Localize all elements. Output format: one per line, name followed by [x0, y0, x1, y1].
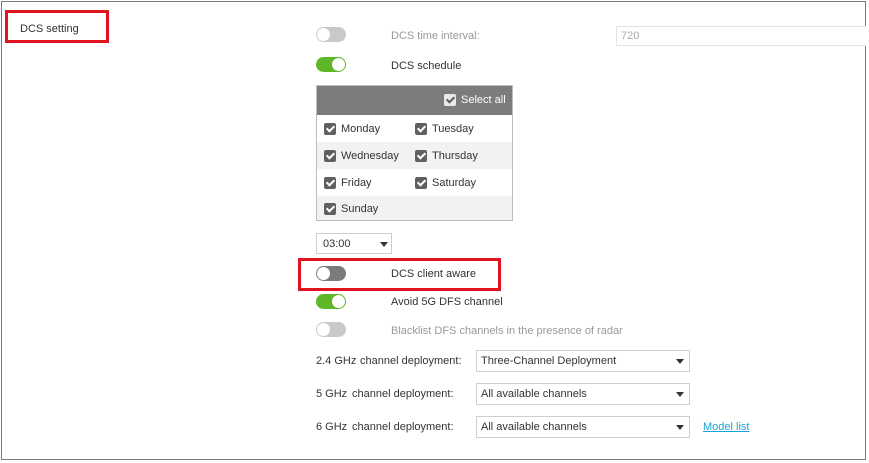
day-label-saturday: Saturday	[432, 177, 477, 189]
deployment-band-5g: 5 GHz	[316, 388, 348, 400]
time-interval-toggle[interactable]	[316, 27, 346, 42]
day-label-thursday: Thursday	[432, 150, 478, 162]
blacklist-dfs-toggle[interactable]	[316, 322, 346, 337]
toggle-knob	[332, 58, 345, 71]
schedule-row: Sunday	[317, 196, 512, 220]
deployment-band-6g: 6 GHz	[316, 421, 348, 433]
deployment-label-5g: channel deployment:	[352, 388, 454, 400]
day-checkbox-saturday[interactable]	[415, 177, 427, 189]
day-label-sunday: Sunday	[341, 203, 379, 215]
day-checkbox-wednesday[interactable]	[324, 150, 336, 162]
time-interval-input[interactable]	[616, 26, 866, 46]
schedule-row: Monday Tuesday	[317, 115, 512, 142]
deployment-select-5g[interactable]: All available channels	[476, 383, 690, 405]
highlight-box-section	[5, 10, 109, 43]
day-label-tuesday: Tuesday	[432, 123, 474, 135]
schedule-time-select[interactable]: 03:00	[316, 233, 392, 254]
deployment-label-6g: channel deployment:	[352, 421, 454, 433]
day-checkbox-monday[interactable]	[324, 123, 336, 135]
chevron-down-icon	[676, 425, 684, 430]
day-checkbox-thursday[interactable]	[415, 150, 427, 162]
model-list-link[interactable]: Model list	[703, 421, 749, 433]
deployment-value-5g: All available channels	[481, 388, 587, 400]
toggle-knob	[317, 28, 330, 41]
time-interval-label: DCS time interval:	[391, 30, 480, 42]
deployment-value-6g: All available channels	[481, 421, 587, 433]
schedule-time-value: 03:00	[323, 238, 351, 250]
client-aware-toggle[interactable]	[316, 266, 346, 281]
schedule-header: Select all	[317, 86, 512, 115]
avoid-dfs-label: Avoid 5G DFS channel	[391, 296, 503, 308]
chevron-down-icon	[676, 392, 684, 397]
day-label-wednesday: Wednesday	[341, 150, 399, 162]
day-label-friday: Friday	[341, 177, 372, 189]
schedule-row: Friday Saturday	[317, 169, 512, 196]
day-checkbox-sunday[interactable]	[324, 203, 336, 215]
deployment-label-2g: channel deployment:	[360, 355, 462, 367]
deployment-band-2g: 2.4 GHz	[316, 355, 357, 367]
avoid-dfs-toggle[interactable]	[316, 294, 346, 309]
toggle-knob	[332, 295, 345, 308]
toggle-knob	[317, 323, 330, 336]
day-checkbox-friday[interactable]	[324, 177, 336, 189]
chevron-down-icon	[380, 242, 388, 247]
select-all-label: Select all	[461, 94, 506, 106]
day-checkbox-tuesday[interactable]	[415, 123, 427, 135]
schedule-row: Wednesday Thursday	[317, 142, 512, 169]
select-all-checkbox[interactable]	[444, 94, 456, 106]
blacklist-dfs-label: Blacklist DFS channels in the presence o…	[391, 325, 623, 337]
schedule-day-picker: Select all Monday Tuesday Wednesday Thur…	[316, 85, 513, 221]
deployment-value-2g: Three-Channel Deployment	[481, 355, 617, 367]
deployment-select-6g[interactable]: All available channels	[476, 416, 690, 438]
deployment-select-2g[interactable]: Three-Channel Deployment	[476, 350, 690, 372]
chevron-down-icon	[676, 359, 684, 364]
client-aware-label: DCS client aware	[391, 268, 476, 280]
schedule-label: DCS schedule	[391, 60, 462, 72]
toggle-knob	[317, 267, 330, 280]
schedule-toggle[interactable]	[316, 57, 346, 72]
day-label-monday: Monday	[341, 123, 381, 135]
